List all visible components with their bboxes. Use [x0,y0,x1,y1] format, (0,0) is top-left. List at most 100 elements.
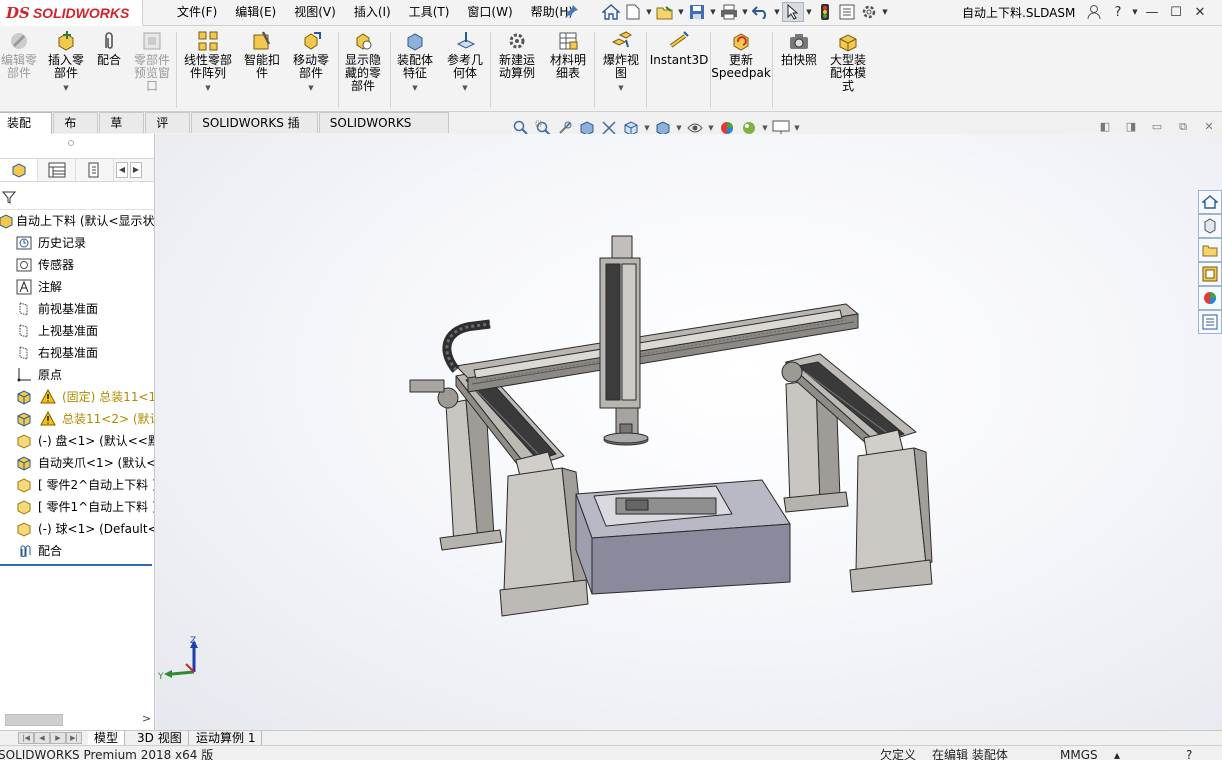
new-dropdown-icon[interactable]: ▼ [644,2,654,22]
new-document-icon[interactable] [622,2,644,22]
tab-3d-view[interactable]: 3D 视图 [131,731,189,746]
appearances-scenes-icon[interactable] [1198,286,1222,310]
custom-properties-icon[interactable] [1198,310,1222,334]
component-preview-button[interactable]: 零部件 预览窗 口 [130,30,174,93]
menu-edit[interactable]: 编辑(E) [226,4,285,20]
exploded-view-dropdown-icon[interactable]: ▼ [618,82,623,95]
menu-file[interactable]: 文件(F) [168,4,226,20]
graphics-area[interactable]: Z Y [156,134,1222,730]
tab-motion-study[interactable]: 运动算例 1 [190,731,263,746]
view-orientation-dropdown-icon[interactable]: ▼ [642,124,652,132]
last-tab-arrow-icon[interactable]: ▶| [66,732,82,744]
tab-evaluate[interactable]: 评估 [145,112,191,150]
update-speedpak-button[interactable]: 更新 Speedpak [711,30,771,80]
help-icon[interactable]: ? [1106,2,1130,22]
tab-assembly[interactable]: 装配体 [0,112,53,150]
units-arrow-icon[interactable]: ▴ [1114,746,1120,760]
save-dropdown-icon[interactable]: ▼ [708,2,718,22]
reference-geometry-button[interactable]: 参考几 何体 ▼ [442,30,488,95]
file-properties-icon[interactable] [836,2,858,22]
tree-item[interactable]: 原点 [0,364,154,386]
solidworks-logo[interactable]: DS SOLIDWORKS [0,0,143,26]
insert-components-dropdown-icon[interactable]: ▼ [63,82,68,95]
tree-rollback-bar[interactable] [0,564,152,566]
prev-tab-arrow-icon[interactable]: ◀ [34,732,50,744]
next-tab-arrow-icon[interactable]: ▶ [50,732,66,744]
panel-collapse-handle[interactable] [68,140,74,146]
tree-root-assembly[interactable]: 自动上下料 (默认<显示状 [0,210,154,232]
smart-fasteners-button[interactable]: 智能扣 件 [240,30,284,80]
tree-item[interactable]: 前视基准面 [0,298,154,320]
open-folder-icon[interactable] [654,2,676,22]
configuration-manager-tab-icon[interactable] [76,159,114,181]
pin-icon[interactable] [565,4,579,18]
status-units-button[interactable]: MMGS [1060,746,1098,760]
tree-item[interactable]: 自动夹爪<1> (默认< [0,452,154,474]
status-help-icon[interactable]: ? [1186,746,1192,760]
menu-tools[interactable]: 工具(T) [400,4,459,20]
large-assembly-mode-button[interactable]: 大型装 配体模 式 [824,30,872,93]
tree-item[interactable]: 注解 [0,276,154,298]
options-dropdown-icon[interactable]: ▼ [880,2,890,22]
display-style-dropdown-icon[interactable]: ▼ [674,124,684,132]
file-explorer-icon[interactable] [1198,238,1222,262]
front-right-leg[interactable] [849,429,933,593]
tree-item[interactable]: (-) 盘<1> (默认<<默 [0,430,154,452]
view-settings-dropdown-icon[interactable]: ▼ [792,124,802,132]
assembly-features-dropdown-icon[interactable]: ▼ [412,82,417,95]
rebuild-traffic-light-icon[interactable] [814,2,836,22]
menu-insert[interactable]: 插入(I) [345,4,400,20]
front-left-leg[interactable] [499,451,589,617]
z-axis-column[interactable] [599,235,641,439]
tab-solidworks-addins[interactable]: SOLIDWORKS 插件 [191,112,318,150]
tree-item[interactable]: [ 零件2^自动上下料 ] [0,474,154,496]
instant3d-button[interactable]: Instant3D [650,30,708,67]
insert-components-button[interactable]: 插入零 部件 ▼ [44,30,88,95]
tree-filter[interactable] [0,186,154,210]
tree-item[interactable]: 右视基准面 [0,342,154,364]
reference-geometry-dropdown-icon[interactable]: ▼ [462,82,467,95]
mate-button[interactable]: 配合 [92,30,126,67]
scroll-right-icon[interactable]: > [142,712,151,725]
panel-tabs-scroll-left-icon[interactable]: ◀ [116,162,128,178]
workpiece-table-box[interactable] [575,479,791,595]
select-dropdown-icon[interactable]: ▼ [804,2,814,22]
new-motion-study-button[interactable]: 新建运 动算例 [494,30,540,80]
bill-of-materials-button[interactable]: 材料明 细表 [544,30,592,80]
tree-item[interactable]: 历史记录 [0,232,154,254]
linear-pattern-dropdown-icon[interactable]: ▼ [205,82,210,95]
apply-scene-dropdown-icon[interactable]: ▼ [760,124,770,132]
help-dropdown-icon[interactable]: ▼ [1130,2,1140,22]
tab-layout[interactable]: 布局 [53,112,99,150]
tree-item[interactable]: 传感器 [0,254,154,276]
save-icon[interactable] [686,2,708,22]
select-cursor-icon[interactable] [782,2,804,22]
property-manager-tab-icon[interactable] [38,159,76,181]
maximize-icon[interactable]: ☐ [1164,2,1188,22]
panel-horizontal-scrollbar[interactable] [5,714,63,726]
view-palette-icon[interactable] [1198,262,1222,286]
gantry-robot-assembly-model[interactable] [156,134,1196,730]
move-component-dropdown-icon[interactable]: ▼ [308,82,313,95]
minimize-icon[interactable]: — [1140,2,1164,22]
menu-window[interactable]: 窗口(W) [458,4,521,20]
tree-item[interactable]: [ 零件1^自动上下料 ] [0,496,154,518]
assembly-features-button[interactable]: 装配体 特征 ▼ [392,30,438,95]
print-dropdown-icon[interactable]: ▼ [740,2,750,22]
print-icon[interactable] [718,2,740,22]
tree-item[interactable]: 配合 [0,540,154,562]
first-tab-arrow-icon[interactable]: |◀ [18,732,34,744]
close-icon[interactable]: ✕ [1188,2,1212,22]
edit-component-button[interactable]: 编辑零 部件 [0,30,38,80]
undo-icon[interactable] [750,2,772,22]
design-library-icon[interactable] [1198,214,1222,238]
tree-item[interactable]: (固定) 总装11<1 [0,386,154,408]
take-snapshot-button[interactable]: 拍快照 [776,30,822,67]
tab-solidworks-mbd[interactable]: SOLIDWORKS MBD [318,112,449,150]
home-icon[interactable] [600,2,622,22]
gripper-end-effector[interactable] [603,423,649,446]
tree-item[interactable]: 总装11<2> (默认 [0,408,154,430]
solidworks-resources-home-icon[interactable] [1198,190,1222,214]
tree-item[interactable]: (-) 球<1> (Default< [0,518,154,540]
undo-dropdown-icon[interactable]: ▼ [772,2,782,22]
